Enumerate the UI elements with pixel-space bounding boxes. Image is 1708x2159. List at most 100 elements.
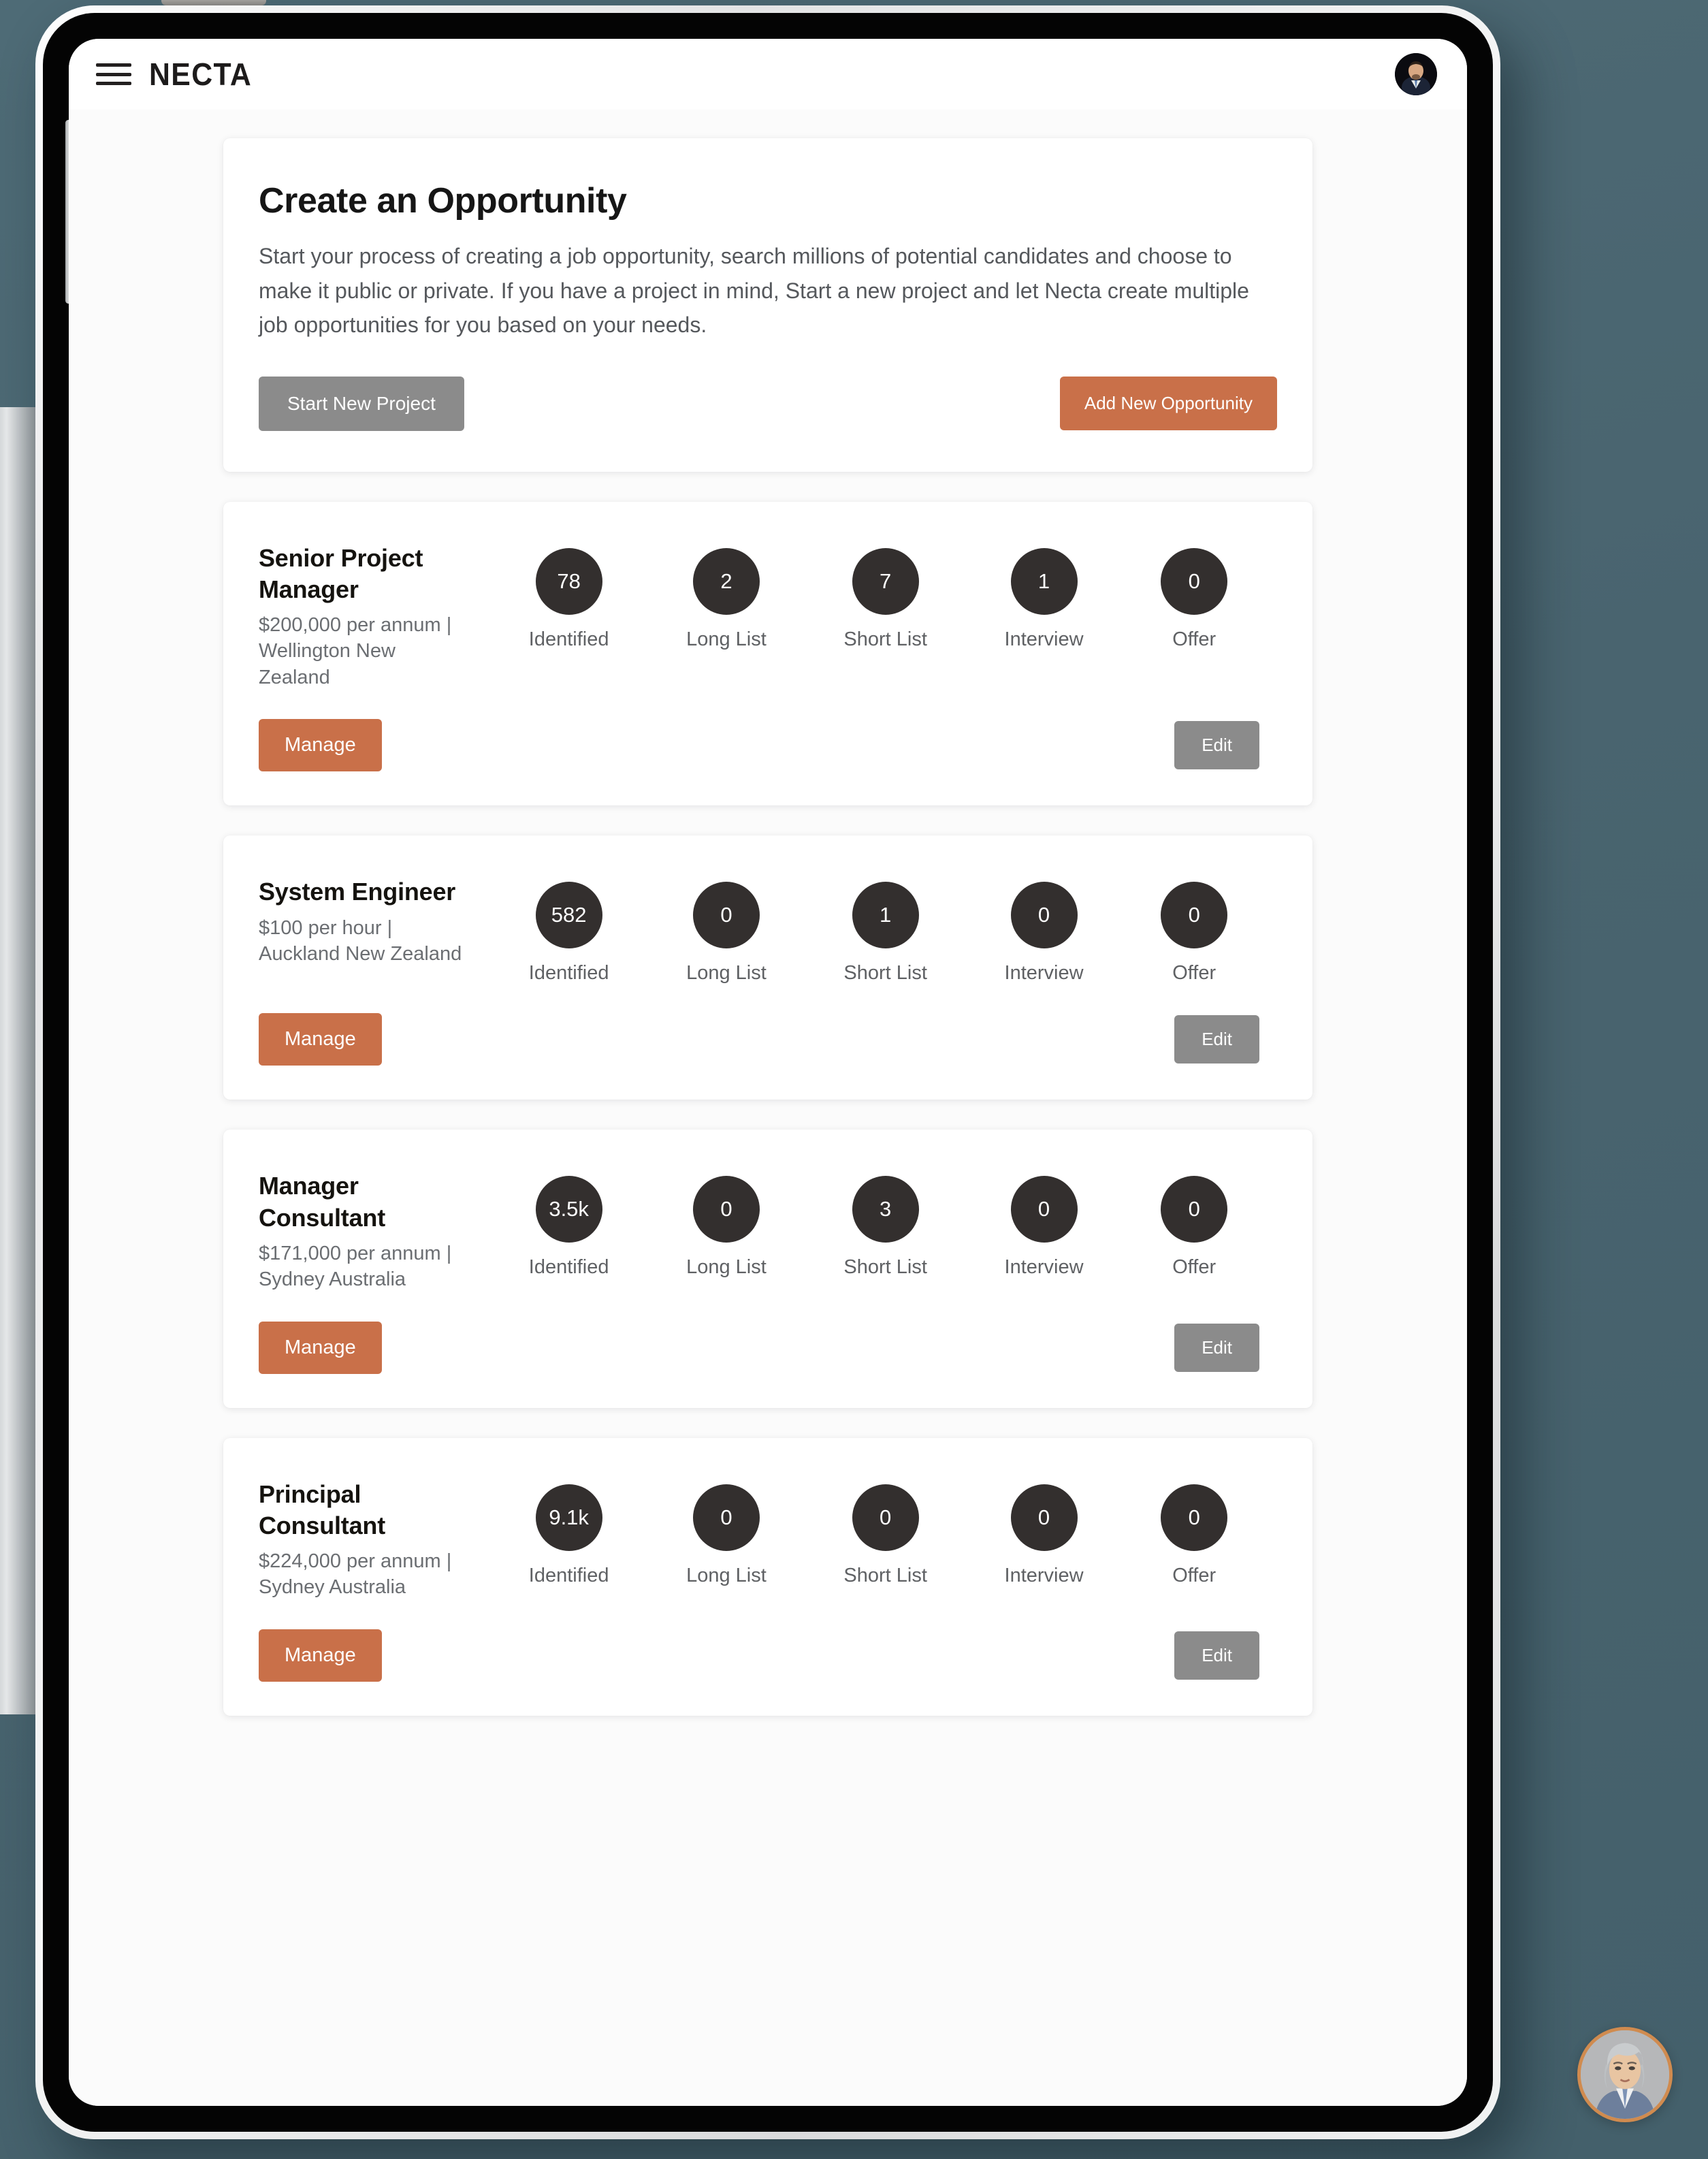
user-avatar[interactable] [1395, 53, 1437, 95]
stat-interview: 0 Interview [1005, 1176, 1084, 1279]
opportunity-title: Principal Consultant [259, 1480, 385, 1539]
stat-value-long-list[interactable]: 0 [692, 1484, 760, 1551]
stat-value-offer[interactable]: 0 [1161, 547, 1228, 615]
stat-offer: 0 Offer [1161, 547, 1228, 651]
stat-label-long-list: Long List [686, 962, 767, 985]
stat-label-offer: Offer [1172, 1256, 1216, 1279]
stat-label-offer: Offer [1172, 962, 1216, 985]
opportunity-actions: Manage Edit [259, 719, 1277, 772]
opportunity-stats: 9.1k Identified 0 Long List 0 Short List [463, 1469, 1277, 1587]
stat-value-short-list[interactable]: 1 [852, 882, 919, 949]
stat-label-identified: Identified [528, 628, 609, 650]
stat-interview: 0 Interview [1005, 882, 1084, 985]
stat-label-long-list: Long List [686, 1564, 767, 1586]
stat-value-offer[interactable]: 0 [1161, 882, 1228, 949]
opportunity-meta: $171,000 per annum | Sydney Australia [259, 1242, 452, 1291]
stat-value-long-list[interactable]: 0 [692, 1176, 760, 1243]
edit-button[interactable]: Edit [1174, 1631, 1259, 1680]
stat-long-list: 0 Long List [686, 1176, 767, 1279]
stat-offer: 0 Offer [1161, 1176, 1228, 1279]
stat-long-list: 0 Long List [686, 882, 767, 985]
stat-value-short-list[interactable]: 0 [852, 1484, 919, 1551]
stat-identified: 9.1k Identified [529, 1484, 609, 1587]
stat-value-interview[interactable]: 1 [1010, 547, 1078, 615]
intro-actions: Start New Project Add New Opportunity [259, 376, 1277, 431]
stat-label-interview: Interview [1004, 962, 1084, 985]
edit-button[interactable]: Edit [1174, 1015, 1259, 1064]
stat-value-long-list[interactable]: 2 [692, 547, 760, 615]
opportunity-info: Principal Consultant $224,000 per annum … [259, 1469, 463, 1601]
manage-button[interactable]: Manage [259, 719, 382, 772]
opportunity-info: Senior Project Manager $200,000 per annu… [259, 533, 463, 691]
stat-value-short-list[interactable]: 7 [852, 547, 919, 615]
page-description: Start your process of creating a job opp… [259, 244, 1249, 338]
stat-label-identified: Identified [528, 1564, 609, 1586]
stat-label-interview: Interview [1004, 1256, 1084, 1279]
add-new-opportunity-button[interactable]: Add New Opportunity [1059, 377, 1277, 431]
opportunity-card: Manager Consultant $171,000 per annum | … [223, 1130, 1312, 1408]
brand-logo[interactable]: NECTA [149, 56, 252, 93]
edit-button[interactable]: Edit [1174, 721, 1259, 770]
app-header: NECTA [69, 39, 1467, 110]
page-title: Create an Opportunity [259, 181, 627, 221]
create-opportunity-card: Create an Opportunity Start your process… [223, 138, 1312, 472]
stat-value-offer[interactable]: 0 [1161, 1176, 1228, 1243]
stat-label-identified: Identified [528, 1256, 609, 1279]
edit-button[interactable]: Edit [1174, 1323, 1259, 1372]
start-new-project-button[interactable]: Start New Project [259, 376, 464, 431]
stat-value-interview[interactable]: 0 [1010, 882, 1078, 949]
stat-label-long-list: Long List [686, 628, 767, 650]
app-content: Create an Opportunity Start your process… [69, 110, 1467, 2106]
opportunity-info: Manager Consultant $171,000 per annum | … [259, 1161, 463, 1292]
opportunity-stats: 78 Identified 2 Long List 7 Short List 1… [463, 533, 1277, 651]
stat-value-identified[interactable]: 582 [535, 882, 602, 949]
opportunity-card: System Engineer $100 per hour | Auckland… [223, 835, 1312, 1100]
stat-value-interview[interactable]: 0 [1010, 1176, 1078, 1243]
stat-short-list: 3 Short List [843, 1176, 927, 1279]
stat-label-short-list: Short List [843, 1564, 927, 1586]
tablet-device: NECTA Create an Opportunity Start your p… [35, 5, 1500, 2139]
stat-value-long-list[interactable]: 0 [692, 882, 760, 949]
assistant-avatar-image [1581, 2030, 1669, 2119]
hamburger-menu-icon[interactable] [96, 61, 131, 88]
opportunity-title: Manager Consultant [259, 1172, 385, 1232]
opportunity-card: Principal Consultant $224,000 per annum … [223, 1437, 1312, 1716]
opportunity-card: Senior Project Manager $200,000 per annu… [223, 501, 1312, 806]
stat-identified: 582 Identified [529, 882, 609, 985]
opportunity-top: Principal Consultant $224,000 per annum … [259, 1469, 1277, 1601]
stat-offer: 0 Offer [1161, 1484, 1228, 1587]
stat-label-long-list: Long List [686, 1256, 767, 1279]
stat-value-offer[interactable]: 0 [1161, 1484, 1228, 1551]
opportunity-stats: 3.5k Identified 0 Long List 3 Short List [463, 1161, 1277, 1279]
opportunity-actions: Manage Edit [259, 1013, 1277, 1066]
stat-interview: 0 Interview [1005, 1484, 1084, 1587]
manage-button[interactable]: Manage [259, 1321, 382, 1374]
stat-value-identified[interactable]: 3.5k [535, 1176, 602, 1243]
stat-short-list: 7 Short List [843, 547, 927, 651]
stat-short-list: 1 Short List [843, 882, 927, 985]
stat-offer: 0 Offer [1161, 882, 1228, 985]
manage-button[interactable]: Manage [259, 1013, 382, 1066]
stat-label-interview: Interview [1004, 628, 1084, 650]
stat-identified: 78 Identified [528, 547, 609, 651]
device-screen: NECTA Create an Opportunity Start your p… [69, 39, 1467, 2106]
stat-value-interview[interactable]: 0 [1010, 1484, 1078, 1551]
stat-label-interview: Interview [1004, 1564, 1084, 1586]
opportunity-top: Manager Consultant $171,000 per annum | … [259, 1161, 1277, 1292]
opportunity-meta: $100 per hour | Auckland New Zealand [259, 916, 462, 965]
stat-value-identified[interactable]: 9.1k [535, 1484, 602, 1551]
manage-button[interactable]: Manage [259, 1629, 382, 1682]
stat-label-short-list: Short List [843, 962, 927, 985]
assistant-avatar-icon[interactable] [1577, 2027, 1673, 2122]
stat-label-offer: Offer [1172, 628, 1216, 650]
device-top-nub [161, 0, 266, 5]
stat-value-short-list[interactable]: 3 [852, 1176, 919, 1243]
stat-label-short-list: Short List [843, 628, 927, 650]
opportunity-top: Senior Project Manager $200,000 per annu… [259, 533, 1277, 691]
stat-interview: 1 Interview [1004, 547, 1084, 651]
stat-long-list: 0 Long List [686, 1484, 767, 1587]
stat-identified: 3.5k Identified [529, 1176, 609, 1279]
opportunity-info: System Engineer $100 per hour | Auckland… [259, 867, 463, 967]
stat-value-identified[interactable]: 78 [535, 547, 602, 615]
opportunity-actions: Manage Edit [259, 1321, 1277, 1374]
